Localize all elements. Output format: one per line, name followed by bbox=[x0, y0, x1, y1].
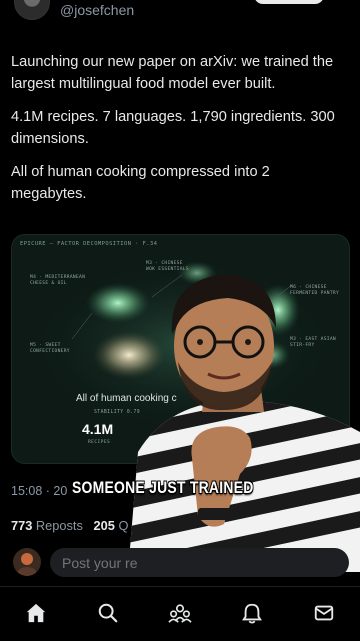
search-icon bbox=[98, 603, 118, 623]
card-big-number: 4.1M bbox=[82, 421, 114, 437]
home-icon bbox=[26, 603, 46, 623]
label-mediterranean: M4 · MEDITERRANEAN CHEESE & OIL bbox=[30, 275, 85, 287]
tweet-timestamp[interactable]: 15:08 · 20 bbox=[11, 484, 67, 498]
tweet-paragraph: Launching our new paper on arXiv: we tra… bbox=[11, 54, 334, 92]
presenter-video[interactable] bbox=[128, 262, 360, 572]
messages-tab[interactable] bbox=[310, 599, 338, 627]
tweet-paragraph: All of human cooking compressed into 2 m… bbox=[11, 164, 270, 202]
tweet-text: Launching our new paper on arXiv: we tra… bbox=[11, 52, 349, 217]
notifications-icon bbox=[242, 603, 262, 624]
video-subtitle: SOMEONE JUST TRAINED bbox=[72, 478, 254, 497]
home-tab[interactable] bbox=[22, 599, 50, 627]
avatar-image bbox=[17, 553, 37, 576]
tweet-stats: 773 Reposts 205 Q bbox=[11, 518, 128, 533]
label-sweet: M5 · SWEET CONFECTIONERY bbox=[30, 343, 70, 355]
search-tab[interactable] bbox=[94, 599, 122, 627]
author-handle[interactable]: @josefchen bbox=[60, 2, 134, 18]
card-big-number-label: RECIPES bbox=[88, 440, 111, 445]
label-line: CHEESE & OIL bbox=[30, 281, 67, 286]
follow-button[interactable] bbox=[254, 0, 324, 4]
reposts-label[interactable]: Reposts bbox=[36, 518, 83, 533]
label-line: CONFECTIONERY bbox=[30, 349, 70, 354]
bottom-nav bbox=[0, 586, 360, 641]
communities-icon bbox=[168, 604, 192, 623]
user-avatar[interactable] bbox=[13, 548, 41, 576]
quotes-label[interactable]: Q bbox=[118, 518, 128, 533]
quotes-count[interactable]: 205 bbox=[94, 518, 115, 533]
author-avatar[interactable] bbox=[14, 0, 50, 20]
messages-icon bbox=[314, 605, 334, 621]
tweet-paragraph: 4.1M recipes. 7 languages. 1,790 ingredi… bbox=[11, 109, 335, 147]
reposts-count[interactable]: 773 bbox=[11, 518, 32, 533]
notifications-tab[interactable] bbox=[238, 599, 266, 627]
communities-tab[interactable] bbox=[166, 599, 194, 627]
reply-placeholder: Post your re bbox=[62, 555, 138, 571]
